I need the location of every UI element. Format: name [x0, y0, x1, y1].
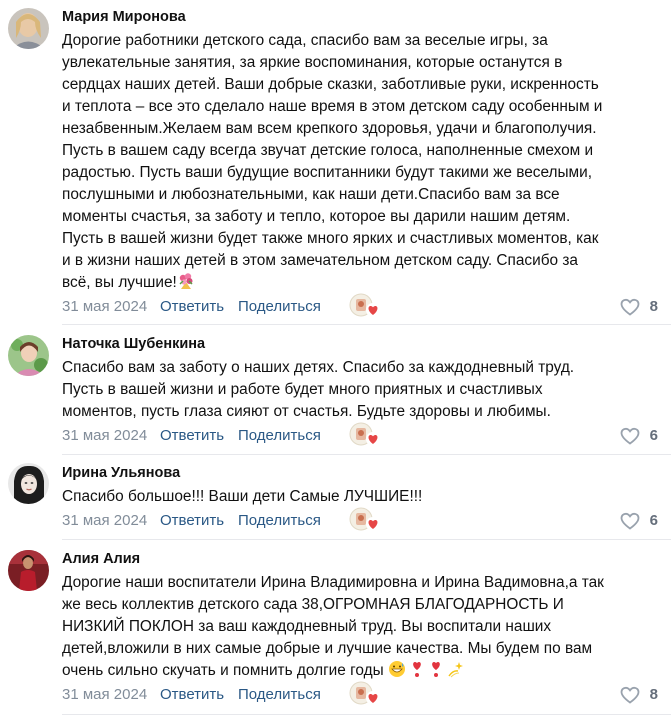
- comment-line: очень сильно скучать и помнить долгие го…: [62, 662, 384, 679]
- red-heart-reaction-icon: [366, 517, 380, 531]
- share-link[interactable]: Поделиться: [238, 296, 321, 318]
- comment-author[interactable]: Ирина Ульянова: [62, 465, 180, 481]
- comment-footer: 31 мая 2024 Ответить Поделиться: [62, 422, 660, 448]
- heart-outline-icon: [620, 686, 640, 704]
- comment-text: Дорогие работники детского сада, спасибо…: [62, 30, 662, 297]
- comment-line: сердцах наших детей. Ваши добрые сказки,…: [62, 76, 599, 93]
- comment-line: увлекательные занятия, за яркие воспомин…: [62, 54, 563, 71]
- comment-line: незабвенным.Желаем вам всем крепкого здо…: [62, 120, 597, 137]
- comment: Мария Миронова Дорогие работники детског…: [0, 0, 671, 325]
- comment: Наточка Шубенкина Спасибо вам за заботу …: [0, 325, 671, 455]
- dizzy-emoji: [447, 660, 465, 685]
- divider: [62, 714, 671, 715]
- comment-line: радостью. Пусть ваши будущие воспитанник…: [62, 164, 592, 181]
- comment-line: Дорогие наши воспитатели Ирина Владимиро…: [62, 574, 604, 591]
- comment-line: моменты счастья, за заботу и тепло, кото…: [62, 208, 571, 225]
- comment-line: Пусть в вашей жизни и работе будет много…: [62, 381, 543, 398]
- comment-text: Спасибо вам за заботу о наших детях. Спа…: [62, 357, 662, 423]
- bouquet-emoji: [177, 272, 195, 297]
- like-button[interactable]: 6: [600, 510, 660, 532]
- comment-date[interactable]: 31 мая 2024: [62, 510, 147, 532]
- like-button[interactable]: 6: [600, 425, 660, 447]
- comment-line: послушными и любознательными, как наши д…: [62, 186, 560, 203]
- heart-exclamation-emoji: [429, 660, 443, 685]
- like-count: 8: [649, 686, 658, 703]
- reply-link[interactable]: Ответить: [160, 296, 224, 318]
- like-count: 6: [649, 427, 658, 444]
- comment-line: Спасибо вам за заботу о наших детях. Спа…: [62, 359, 575, 376]
- comments-feed: Мария Миронова Дорогие работники детског…: [0, 0, 671, 717]
- comment-date[interactable]: 31 мая 2024: [62, 684, 147, 706]
- like-button[interactable]: 8: [600, 296, 660, 318]
- reactions-summary[interactable]: [349, 681, 385, 707]
- heart-outline-icon: [620, 298, 640, 316]
- like-button[interactable]: 8: [600, 684, 660, 706]
- red-heart-reaction-icon: [366, 691, 380, 705]
- grinning-sweat-emoji: [388, 660, 406, 685]
- comment-line: НИЗКИЙ ПОКЛОН за ваш каждодневный труд. …: [62, 618, 552, 635]
- comment-line: Пусть в вашей жизни будет также много яр…: [62, 230, 599, 247]
- reply-link[interactable]: Ответить: [160, 510, 224, 532]
- comment-date[interactable]: 31 мая 2024: [62, 425, 147, 447]
- share-link[interactable]: Поделиться: [238, 510, 321, 532]
- comment-footer: 31 мая 2024 Ответить Поделиться: [62, 681, 660, 707]
- heart-outline-icon: [620, 427, 640, 445]
- comment-line: Пусть в вашем саду всегда звучат детские…: [62, 142, 594, 159]
- comment-line: детей,вложили в них самые добрые и лучши…: [62, 640, 593, 657]
- comment-text: Спасибо большое!!! Ваши дети Самые ЛУЧШИ…: [62, 486, 662, 508]
- comment-footer: 31 мая 2024 Ответить Поделиться: [62, 507, 660, 533]
- comment-line: и в жизни наших детей в этом замечательн…: [62, 252, 578, 269]
- red-heart-reaction-icon: [366, 303, 380, 317]
- comment-line: Дорогие работники детского сада, спасибо…: [62, 32, 548, 49]
- comment-text: Дорогие наши воспитатели Ирина Владимиро…: [62, 572, 662, 685]
- comment-line: и теплота – все это сделало наше время в…: [62, 98, 603, 115]
- comment-line: же весь коллектив детского сада 38,ОГРОМ…: [62, 596, 564, 613]
- comment-footer: 31 мая 2024 Ответить Поделиться: [62, 293, 660, 319]
- reactions-summary[interactable]: [349, 507, 385, 533]
- reply-link[interactable]: Ответить: [160, 425, 224, 447]
- heart-exclamation-emoji: [410, 660, 424, 685]
- share-link[interactable]: Поделиться: [238, 684, 321, 706]
- avatar[interactable]: [8, 335, 49, 376]
- comment-date[interactable]: 31 мая 2024: [62, 296, 147, 318]
- share-link[interactable]: Поделиться: [238, 425, 321, 447]
- comment: Ирина Ульянова Спасибо большое!!! Ваши д…: [0, 455, 671, 540]
- comment-author[interactable]: Наточка Шубенкина: [62, 336, 205, 352]
- comment-line: всё, вы лучшие!: [62, 274, 177, 291]
- red-heart-reaction-icon: [366, 432, 380, 446]
- reactions-summary[interactable]: [349, 422, 385, 448]
- comment-author[interactable]: Мария Миронова: [62, 9, 186, 25]
- like-count: 8: [649, 298, 658, 315]
- heart-outline-icon: [620, 512, 640, 530]
- reactions-summary[interactable]: [349, 293, 385, 319]
- avatar[interactable]: [8, 550, 49, 591]
- comment-line: Спасибо большое!!! Ваши дети Самые ЛУЧШИ…: [62, 488, 423, 505]
- reply-link[interactable]: Ответить: [160, 684, 224, 706]
- comment-author[interactable]: Алия Алия: [62, 551, 140, 567]
- like-count: 6: [649, 512, 658, 529]
- avatar[interactable]: [8, 463, 49, 504]
- avatar[interactable]: [8, 8, 49, 49]
- comment-line: моментов, пусть глаза сияют от счастья. …: [62, 403, 551, 420]
- comment: Алия Алия Дорогие наши воспитатели Ирина…: [0, 540, 671, 717]
